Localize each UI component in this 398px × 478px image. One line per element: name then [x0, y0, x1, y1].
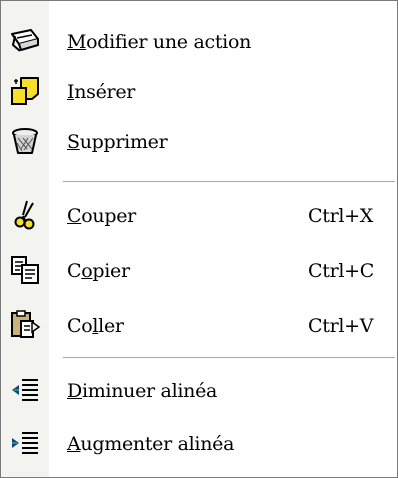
menu-item-label: Couper	[67, 205, 136, 227]
menu-item-label: Augmenter alinéa	[67, 433, 235, 455]
menu-item-label: Diminuer alinéa	[67, 380, 218, 402]
menu-item-label: Coller	[67, 315, 124, 337]
context-menu: Modifier une action Insérer Supprimer Co…	[0, 0, 398, 478]
menu-item-copier[interactable]: Copier Ctrl+C	[1, 246, 397, 296]
menu-item-augmenter-alinea[interactable]: Augmenter alinéa	[1, 419, 397, 469]
menu-separator	[63, 357, 395, 358]
menu-item-label: Modifier une action	[67, 31, 252, 53]
menu-item-coller[interactable]: Coller Ctrl+V	[1, 301, 397, 351]
menu-item-label: Supprimer	[67, 131, 168, 153]
insert-icon	[9, 75, 41, 107]
menu-item-shortcut: Ctrl+C	[308, 260, 374, 282]
menu-item-label: Insérer	[67, 81, 136, 103]
decrease-indent-icon	[9, 374, 41, 406]
menu-item-modifier-une-action[interactable]: Modifier une action	[1, 17, 397, 67]
trash-icon	[9, 125, 41, 157]
menu-item-diminuer-alinea[interactable]: Diminuer alinéa	[1, 366, 397, 416]
increase-indent-icon	[9, 427, 41, 459]
menu-item-inserer[interactable]: Insérer	[1, 67, 397, 117]
menu-item-couper[interactable]: Couper Ctrl+X	[1, 191, 397, 241]
copy-icon	[9, 254, 41, 286]
paste-icon	[9, 309, 41, 341]
menu-item-supprimer[interactable]: Supprimer	[1, 117, 397, 167]
menu-separator	[63, 181, 395, 182]
menu-item-shortcut: Ctrl+V	[308, 315, 374, 337]
menu-item-shortcut: Ctrl+X	[308, 205, 373, 227]
menu-item-label: Copier	[67, 260, 130, 282]
scissors-icon	[9, 199, 41, 231]
edit-action-icon	[9, 25, 41, 57]
